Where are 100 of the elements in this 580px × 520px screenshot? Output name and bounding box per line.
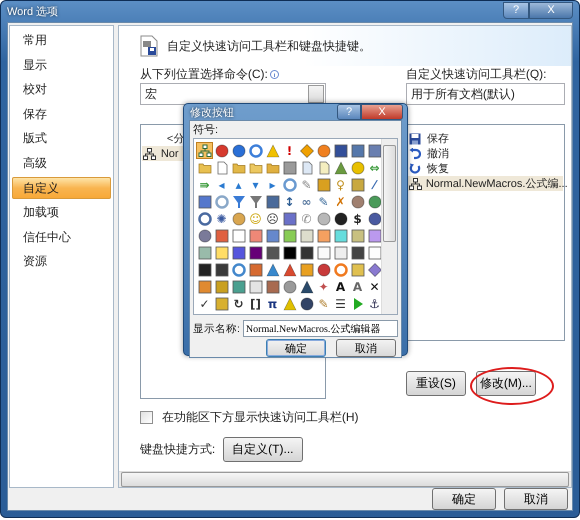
sidebar-item[interactable]: 资源 bbox=[12, 250, 111, 273]
symbol-button[interactable]: ✎ bbox=[315, 193, 332, 210]
symbol-button[interactable]: ⚓ bbox=[366, 295, 381, 312]
sidebar-item[interactable]: 校对 bbox=[12, 78, 111, 101]
symbol-button[interactable]: ↻ bbox=[230, 295, 247, 312]
symbol-button[interactable] bbox=[213, 142, 230, 159]
sidebar-item[interactable]: 保存 bbox=[12, 102, 111, 126]
symbol-button[interactable]: ✦ bbox=[315, 278, 332, 295]
ok-button[interactable]: 确定 bbox=[266, 339, 326, 357]
list-item[interactable]: 保存 bbox=[426, 131, 449, 146]
symbol-button[interactable] bbox=[213, 227, 230, 244]
symbol-button[interactable]: ☰ bbox=[332, 295, 349, 312]
symbol-button[interactable] bbox=[196, 261, 213, 278]
symbol-button[interactable] bbox=[196, 278, 213, 295]
symbol-button[interactable]: ✎ bbox=[315, 295, 332, 312]
list-item[interactable]: Nor bbox=[160, 148, 179, 160]
symbol-button[interactable] bbox=[196, 227, 213, 244]
symbol-button[interactable] bbox=[298, 244, 315, 261]
symbol-button[interactable]: ⇔ bbox=[366, 159, 381, 176]
symbol-button[interactable] bbox=[281, 159, 298, 176]
list-item[interactable]: 撤消 bbox=[426, 146, 449, 161]
symbol-button[interactable] bbox=[366, 210, 381, 227]
symbol-button[interactable] bbox=[281, 261, 298, 278]
list-item[interactable]: 恢复 bbox=[426, 161, 449, 176]
symbol-button[interactable] bbox=[230, 142, 247, 159]
symbol-button[interactable] bbox=[264, 244, 281, 261]
symbol-button[interactable]: ↕ bbox=[281, 193, 298, 210]
symbol-button[interactable] bbox=[315, 261, 332, 278]
symbol-button[interactable]: ✕ bbox=[366, 278, 381, 295]
cancel-button[interactable]: 取消 bbox=[504, 488, 568, 510]
symbol-button[interactable]: ⁄ bbox=[366, 176, 381, 193]
symbol-button[interactable] bbox=[247, 261, 264, 278]
symbol-button[interactable] bbox=[281, 210, 298, 227]
sidebar-item[interactable]: 显示 bbox=[12, 54, 111, 76]
list-item[interactable]: <分 bbox=[166, 131, 184, 146]
symbol-button[interactable] bbox=[230, 278, 247, 295]
symbol-button[interactable] bbox=[366, 142, 381, 159]
symbol-button[interactable]: π bbox=[264, 295, 281, 312]
symbol-button[interactable] bbox=[230, 244, 247, 261]
symbol-button[interactable]: ▾ bbox=[247, 176, 264, 193]
reset-button[interactable]: 重设(S) bbox=[406, 371, 466, 396]
square-icon bbox=[282, 160, 296, 174]
display-name-field[interactable]: Normal.NewMacros.公式编辑器 bbox=[242, 320, 398, 337]
scope-dropdown[interactable]: 用于所有文档(默认) bbox=[406, 83, 565, 105]
symbol-button[interactable]: ✆ bbox=[298, 210, 315, 227]
ok-button[interactable]: 确定 bbox=[432, 488, 496, 510]
symbol-button[interactable]: A bbox=[349, 278, 366, 295]
symbol-button[interactable]: ✗ bbox=[332, 193, 349, 210]
symbol-button[interactable] bbox=[264, 227, 281, 244]
symbol-button[interactable] bbox=[196, 142, 213, 159]
symbol-button[interactable] bbox=[332, 210, 349, 227]
vertical-scrollbar[interactable] bbox=[381, 139, 397, 314]
symbol-button[interactable] bbox=[298, 295, 315, 312]
symbol-button[interactable]: ∞ bbox=[298, 193, 315, 210]
symbol-button[interactable]: ◂ bbox=[213, 176, 230, 193]
symbol-button[interactable]: ✺ bbox=[213, 210, 230, 227]
square-icon bbox=[266, 228, 280, 242]
sidebar-item[interactable]: 加载项 bbox=[12, 201, 111, 224]
symbol-button[interactable]: A bbox=[332, 278, 349, 295]
symbol-button[interactable]: $ bbox=[349, 210, 366, 227]
symbol-button[interactable] bbox=[349, 193, 366, 210]
sidebar-item[interactable]: 常用 bbox=[12, 29, 111, 52]
symbol-button[interactable]: ☹ bbox=[264, 210, 281, 227]
symbol-button[interactable]: ⇛ bbox=[196, 176, 213, 193]
symbol-button[interactable] bbox=[213, 261, 230, 278]
symbol-button[interactable] bbox=[366, 193, 381, 210]
circle-icon bbox=[214, 144, 228, 158]
checkbox[interactable] bbox=[140, 410, 153, 424]
circle-icon bbox=[232, 212, 246, 226]
symbol-button[interactable]: ✓ bbox=[196, 295, 213, 312]
customize-shortcuts-button[interactable]: 自定义(T)... bbox=[223, 437, 302, 462]
symbol-button[interactable]: ✎ bbox=[298, 176, 315, 193]
symbol-button[interactable] bbox=[349, 244, 366, 261]
modify-button[interactable]: 修改(M)... bbox=[476, 371, 536, 396]
square-icon bbox=[198, 246, 212, 260]
circle-icon bbox=[350, 160, 364, 174]
sidebar-item[interactable]: 版式 bbox=[12, 127, 111, 150]
symbol-button[interactable] bbox=[264, 278, 281, 295]
sidebar-item[interactable]: 信任中心 bbox=[12, 226, 111, 248]
symbol-button[interactable]: ! bbox=[281, 142, 298, 159]
square-icon bbox=[248, 228, 262, 242]
cancel-button[interactable]: 取消 bbox=[336, 339, 396, 357]
symbol-button[interactable]: ▸ bbox=[264, 176, 281, 193]
symbol-button[interactable] bbox=[298, 278, 315, 295]
symbol-button[interactable]: [] bbox=[247, 295, 264, 312]
symbol-button[interactable] bbox=[264, 193, 281, 210]
symbol-button[interactable] bbox=[281, 244, 298, 261]
circle-icon bbox=[350, 194, 364, 208]
symbol-button[interactable] bbox=[349, 142, 366, 159]
symbol-button[interactable] bbox=[332, 142, 349, 159]
horizontal-scrollbar[interactable] bbox=[118, 471, 571, 487]
symbol-button[interactable]: ▴ bbox=[230, 176, 247, 193]
sidebar-item[interactable]: 自定义 bbox=[12, 176, 111, 200]
list-item[interactable]: Normal.NewMacros.公式编... bbox=[426, 176, 568, 191]
symbol-button[interactable] bbox=[247, 244, 264, 261]
commands-dropdown[interactable]: 宏 bbox=[140, 83, 326, 105]
symbol-button[interactable] bbox=[196, 193, 213, 210]
sidebar-item[interactable]: 高级 bbox=[12, 152, 111, 175]
ring-icon bbox=[214, 194, 228, 208]
square-icon bbox=[368, 144, 381, 158]
